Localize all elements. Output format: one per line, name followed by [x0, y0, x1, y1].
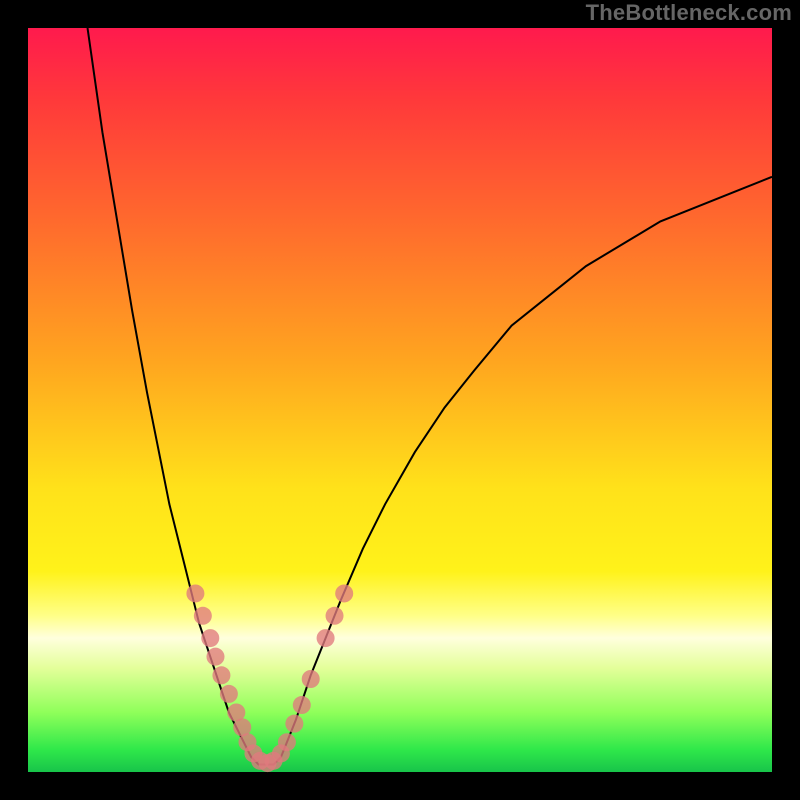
- data-point: [201, 629, 219, 647]
- curve-group: [88, 28, 772, 765]
- data-point: [194, 607, 212, 625]
- data-point: [206, 648, 224, 666]
- data-point: [278, 733, 296, 751]
- bottleneck-curve: [88, 28, 772, 765]
- data-point: [317, 629, 335, 647]
- data-point: [302, 670, 320, 688]
- curve-svg: [28, 28, 772, 772]
- data-point: [293, 696, 311, 714]
- data-point: [212, 666, 230, 684]
- data-point: [335, 584, 353, 602]
- dots-group: [186, 584, 353, 772]
- data-point: [220, 685, 238, 703]
- chart-frame: TheBottleneck.com: [0, 0, 800, 800]
- data-point: [285, 715, 303, 733]
- data-point: [326, 607, 344, 625]
- watermark-text: TheBottleneck.com: [586, 0, 792, 26]
- data-point: [186, 584, 204, 602]
- plot-area: [28, 28, 772, 772]
